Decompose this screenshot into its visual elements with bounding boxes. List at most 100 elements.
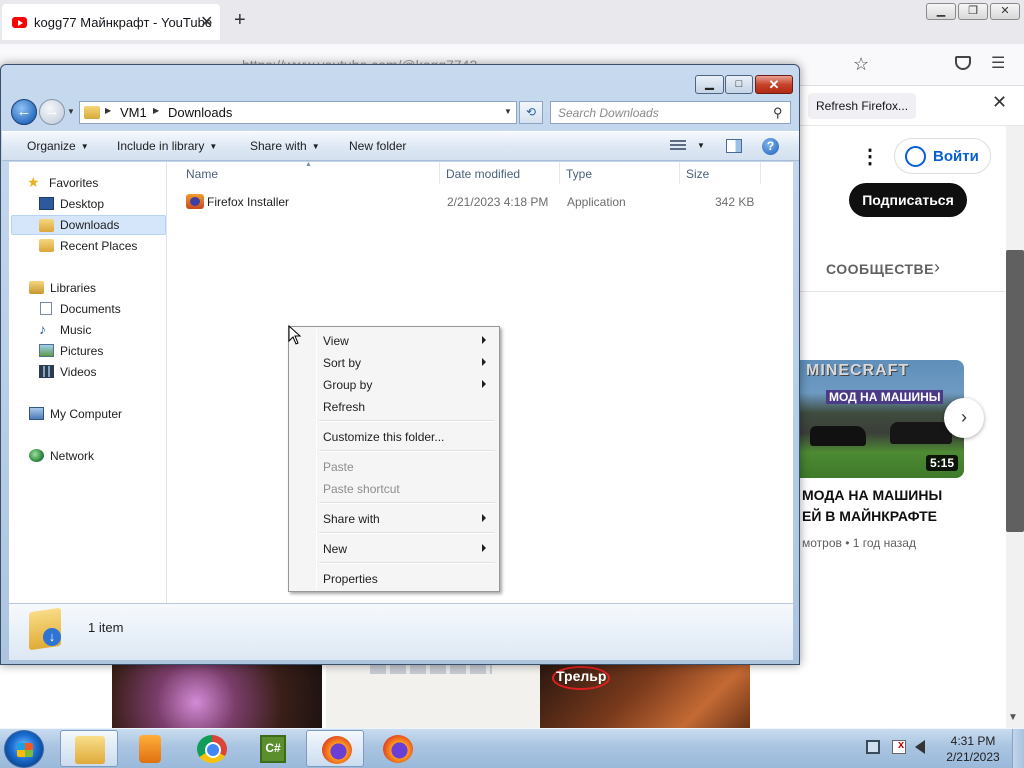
pocket-icon[interactable] xyxy=(955,56,971,70)
file-row[interactable]: Firefox Installer 2/21/2023 4:18 PM Appl… xyxy=(179,192,779,212)
start-button[interactable] xyxy=(4,730,44,768)
include-in-library-menu[interactable]: Include in library ▼ xyxy=(117,139,217,153)
sidebar-item-pictures[interactable]: Pictures xyxy=(19,341,159,361)
menu-item-refresh[interactable]: Refresh xyxy=(291,395,497,417)
new-tab-button[interactable]: + xyxy=(234,9,246,32)
page-scrollbar-thumb[interactable] xyxy=(1006,250,1024,532)
firefox-close-button[interactable]: ✕ xyxy=(990,3,1020,20)
close-button[interactable]: ✕ xyxy=(755,75,793,94)
taskbar-firefox[interactable] xyxy=(306,730,364,767)
column-header-date-modified[interactable]: Date modified xyxy=(446,167,520,181)
tab-close-icon[interactable]: ✕ xyxy=(200,12,213,32)
video-thumbnail[interactable]: Трельр xyxy=(540,664,750,728)
minimize-button[interactable]: ▁ xyxy=(695,75,724,94)
search-input[interactable]: Search Downloads ⚲ xyxy=(550,101,791,124)
sidebar-item-my-computer[interactable]: My Computer xyxy=(19,404,159,424)
menu-item-share-with[interactable]: Share with xyxy=(291,507,497,529)
refresh-icon[interactable]: ⟲ xyxy=(519,101,543,124)
tabs-next-chevron-icon[interactable]: › xyxy=(934,257,940,278)
help-icon[interactable]: ? xyxy=(762,138,779,155)
network-status-icon[interactable] xyxy=(866,740,880,754)
view-options-dropdown-icon[interactable]: ▼ xyxy=(697,141,705,150)
taskbar-chrome[interactable] xyxy=(182,730,240,767)
refresh-firefox-button[interactable]: Refresh Firefox... xyxy=(808,93,917,119)
sign-in-button[interactable]: Войти xyxy=(894,138,991,174)
sidebar-item-documents[interactable]: Documents xyxy=(19,299,159,319)
taskbar-csharp[interactable]: C# xyxy=(244,730,302,767)
sidebar-item-libraries[interactable]: Libraries xyxy=(19,278,159,298)
firefox-maximize-button[interactable]: ❐ xyxy=(958,3,988,20)
menu-separator xyxy=(319,562,495,564)
show-desktop-button[interactable] xyxy=(1012,729,1024,768)
video-title[interactable]: ЕЙ В МАЙНКРАФТЕ xyxy=(802,508,937,524)
menu-item-view[interactable]: View xyxy=(291,329,497,351)
video-thumbnail[interactable] xyxy=(112,664,322,728)
sort-ascending-icon: ▲ xyxy=(305,161,312,168)
subscribe-button[interactable]: Подписаться xyxy=(849,183,967,217)
notification-close-icon[interactable]: ✕ xyxy=(992,92,1007,113)
taskbar-explorer[interactable] xyxy=(60,730,118,767)
clock-time: 4:31 PM xyxy=(950,734,996,748)
action-center-icon[interactable] xyxy=(892,739,906,754)
column-divider[interactable] xyxy=(760,162,761,184)
sidebar-item-downloads[interactable]: Downloads xyxy=(11,215,166,235)
volume-icon[interactable] xyxy=(915,740,925,754)
tab-community[interactable]: СООБЩЕСТВЕ xyxy=(826,261,934,277)
file-size: 342 KB xyxy=(715,195,755,209)
recent-pages-dropdown-icon[interactable]: ▼ xyxy=(67,107,75,116)
carousel-next-button[interactable]: › xyxy=(944,398,984,438)
download-arrow-icon: ↓ xyxy=(43,628,61,646)
search-placeholder: Search Downloads xyxy=(558,106,659,120)
sidebar-item-music[interactable]: ♪ Music xyxy=(19,320,159,340)
browser-tab-youtube[interactable]: kogg77 Майнкрафт - YouTube ✕ xyxy=(2,4,220,40)
back-button[interactable]: ← xyxy=(11,99,37,125)
scroll-down-arrow-icon[interactable]: ▼ xyxy=(1008,712,1018,723)
video-metadata: мотров • 1 год назад xyxy=(802,536,916,550)
sidebar-item-videos[interactable]: Videos xyxy=(19,362,159,382)
menu-item-customize-folder[interactable]: Customize this folder... xyxy=(291,425,497,447)
change-view-icon[interactable] xyxy=(670,140,686,152)
share-with-menu[interactable]: Share with ▼ xyxy=(250,139,320,153)
column-divider[interactable] xyxy=(439,162,440,184)
maximize-button[interactable]: □ xyxy=(725,75,753,94)
breadcrumb-downloads[interactable]: Downloads xyxy=(168,105,232,120)
forward-button[interactable]: → xyxy=(39,99,65,125)
breadcrumb-separator-icon[interactable]: ▶ xyxy=(153,106,159,115)
more-options-icon[interactable]: ⋮ xyxy=(860,144,880,169)
bookmark-star-icon[interactable]: ☆ xyxy=(853,54,869,75)
search-icon[interactable]: ⚲ xyxy=(773,105,783,121)
music-icon: ♪ xyxy=(39,321,46,337)
video-thumbnail[interactable] xyxy=(326,664,540,728)
taskbar-firefox[interactable] xyxy=(368,730,426,767)
address-history-dropdown-icon[interactable]: ▼ xyxy=(504,107,512,116)
menu-item-new[interactable]: New xyxy=(291,537,497,559)
explorer-icon xyxy=(75,736,105,764)
menu-item-properties[interactable]: Properties xyxy=(291,567,497,589)
breadcrumb-vm1[interactable]: VM1 xyxy=(120,105,147,120)
hamburger-menu-icon[interactable]: ☰ xyxy=(991,53,1005,73)
submenu-arrow-icon xyxy=(482,336,486,344)
column-header-size[interactable]: Size xyxy=(686,167,709,181)
sidebar-item-network[interactable]: Network xyxy=(19,446,159,466)
preview-pane-icon[interactable] xyxy=(726,139,742,153)
firefox-minimize-button[interactable]: ▁ xyxy=(926,3,956,20)
clock[interactable]: 4:31 PM 2/21/2023 xyxy=(944,733,1002,765)
column-divider[interactable] xyxy=(559,162,560,184)
sidebar-item-desktop[interactable]: Desktop xyxy=(19,194,159,214)
menu-item-group-by[interactable]: Group by xyxy=(291,373,497,395)
command-bar: Organize ▼ Include in library ▼ Share with… xyxy=(2,131,799,161)
item-count: 1 item xyxy=(88,620,124,635)
address-bar[interactable]: ▶ VM1 ▶ Downloads ▼ xyxy=(79,101,517,124)
taskbar-media-player[interactable] xyxy=(120,730,178,767)
sidebar-item-favorites[interactable]: ★ Favorites xyxy=(19,173,159,193)
sidebar-item-recent-places[interactable]: Recent Places xyxy=(19,236,159,256)
column-divider[interactable] xyxy=(679,162,680,184)
new-folder-button[interactable]: New folder xyxy=(349,139,406,153)
video-title[interactable]: МОДА НА МАШИНЫ xyxy=(802,487,942,503)
column-header-type[interactable]: Type xyxy=(566,167,592,181)
menu-item-sort-by[interactable]: Sort by xyxy=(291,351,497,373)
column-header-name[interactable]: Name xyxy=(186,167,218,181)
organize-menu[interactable]: Organize ▼ xyxy=(27,139,89,153)
breadcrumb-separator-icon[interactable]: ▶ xyxy=(105,106,111,115)
thumbnail-car-image xyxy=(890,422,952,444)
